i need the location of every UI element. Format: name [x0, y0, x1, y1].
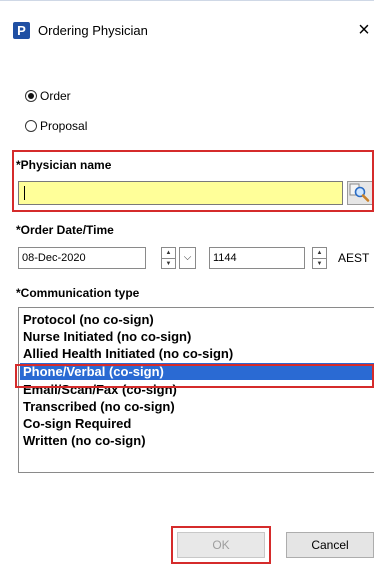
radio-proposal-label: Proposal: [40, 119, 88, 133]
chevron-down-icon: ⌵: [183, 252, 192, 263]
list-item[interactable]: Written (no co-sign): [20, 432, 374, 449]
app-icon: P: [13, 22, 30, 39]
cancel-button[interactable]: Cancel: [286, 532, 374, 558]
communication-type-list[interactable]: Protocol (no co-sign) Nurse Initiated (n…: [18, 307, 374, 473]
list-item[interactable]: Co-sign Required: [20, 415, 374, 432]
order-datetime-label: *Order Date/Time: [16, 223, 114, 237]
list-item[interactable]: Allied Health Initiated (no co-sign): [20, 345, 374, 362]
communication-type-label: *Communication type: [16, 286, 140, 300]
window-title: Ordering Physician: [38, 23, 148, 38]
list-item[interactable]: Transcribed (no co-sign): [20, 398, 374, 415]
radio-checked-icon[interactable]: [25, 90, 37, 102]
ok-highlight-box: [171, 526, 271, 564]
title-bar[interactable]: P Ordering Physician ×: [0, 1, 374, 61]
timezone-label: AEST: [338, 251, 370, 265]
spin-up-icon[interactable]: ▲: [313, 248, 326, 259]
selected-item-highlight-box: [15, 364, 374, 388]
time-spinner[interactable]: ▲ ▼: [312, 247, 327, 269]
spin-down-icon[interactable]: ▼: [162, 259, 175, 269]
order-time-field[interactable]: 1144: [209, 247, 305, 269]
date-spinner[interactable]: ▲ ▼: [161, 247, 176, 269]
close-icon[interactable]: ×: [354, 17, 374, 43]
spin-down-icon[interactable]: ▼: [313, 259, 326, 269]
order-date-field[interactable]: 08-Dec-2020: [18, 247, 146, 269]
date-dropdown-button[interactable]: ⌵: [179, 247, 196, 269]
physician-highlight-box: [12, 150, 374, 212]
list-item[interactable]: Protocol (no co-sign): [20, 311, 374, 328]
list-item[interactable]: Nurse Initiated (no co-sign): [20, 328, 374, 345]
radio-order[interactable]: Order: [25, 87, 71, 105]
spin-up-icon[interactable]: ▲: [162, 248, 175, 259]
radio-proposal[interactable]: Proposal: [25, 117, 87, 135]
radio-unchecked-icon[interactable]: [25, 120, 37, 132]
radio-order-label: Order: [40, 89, 71, 103]
